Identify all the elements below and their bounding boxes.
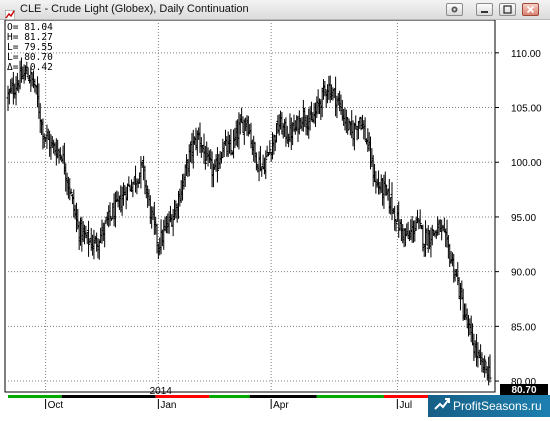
maximize-button[interactable] — [499, 3, 516, 16]
session-strip-segment — [61, 395, 156, 398]
chart-app-icon — [4, 5, 16, 21]
x-tick-label: Jul — [399, 400, 412, 411]
x-tick-label: Apr — [273, 400, 289, 411]
price-chart[interactable]: 80.0085.0090.0095.00100.00105.00110.00 O… — [0, 19, 550, 417]
settings-button[interactable] — [446, 3, 463, 16]
session-strip-segment — [316, 395, 384, 398]
chart-up-icon — [434, 396, 450, 418]
y-tick-label: 90.00 — [511, 268, 536, 279]
plot-frame — [4, 19, 496, 393]
watermark: ProfitSeasons.ru — [428, 395, 550, 417]
window-titlebar[interactable]: CLE - Crude Light (Globex), Daily Contin… — [0, 0, 550, 21]
y-tick-label: 85.00 — [511, 322, 536, 333]
y-tick-label: 100.00 — [511, 158, 542, 169]
session-strip-segment — [249, 395, 317, 398]
y-tick-label: 110.00 — [511, 49, 541, 60]
session-strip-segment — [209, 395, 250, 398]
chart-area[interactable]: 80.00 85.00 90.00 95.00 100.00 105.00 110.00 O… — [0, 19, 550, 417]
session-strip-segment — [8, 395, 62, 398]
window-title: CLE - Crude Light (Globex), Daily Contin… — [20, 3, 249, 15]
y-tick-label: 95.00 — [511, 213, 536, 224]
watermark-text: ProfitSeasons.ru — [453, 399, 542, 413]
x-tick-label: Oct — [48, 400, 64, 411]
minimize-button[interactable] — [476, 3, 493, 16]
x-tick-label: Jan — [160, 400, 176, 411]
close-button[interactable] — [522, 3, 539, 16]
ohlc-change: Δ= -0.42 — [7, 62, 53, 73]
y-tick-label: 105.00 — [511, 104, 542, 115]
year-label: 2014 — [150, 386, 173, 397]
